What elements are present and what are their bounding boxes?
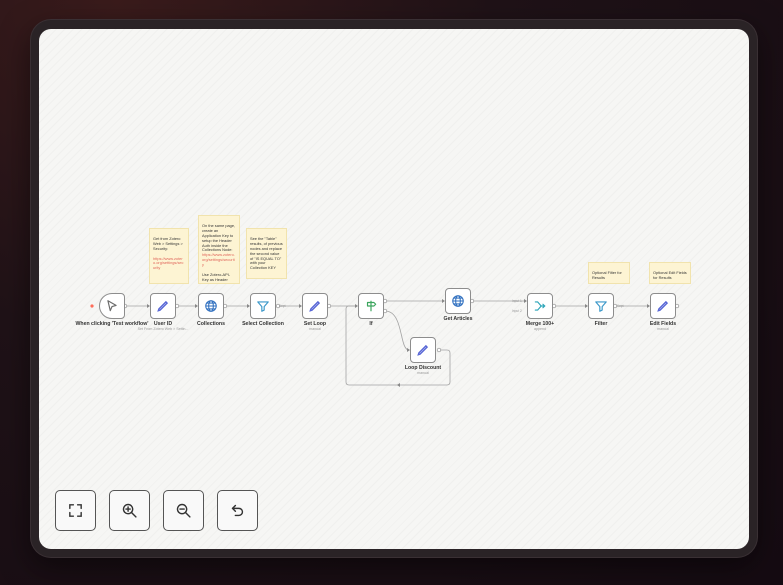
globe-icon bbox=[205, 300, 217, 312]
undo-icon bbox=[231, 504, 244, 517]
globe-icon bbox=[452, 295, 464, 307]
node-manual-trigger[interactable] bbox=[99, 293, 125, 319]
undo-button[interactable] bbox=[217, 490, 258, 531]
sticky-link[interactable]: https://www.zotero.org/settings/security bbox=[153, 256, 184, 271]
workflow-canvas[interactable]: Kept Kept Get from Zotero Web > Settings… bbox=[39, 29, 749, 549]
node-user-id[interactable] bbox=[150, 293, 176, 319]
pencil-icon bbox=[417, 344, 429, 356]
node-if[interactable] bbox=[358, 293, 384, 319]
sticky-note-zotero[interactable]: Get from Zotero Web > Settings > Securit… bbox=[149, 228, 189, 284]
node-filter[interactable] bbox=[588, 293, 614, 319]
node-loop-discount[interactable] bbox=[410, 337, 436, 363]
sticky-text: See the "Table" results, of previous nod… bbox=[250, 235, 283, 271]
signpost-icon bbox=[366, 300, 377, 312]
node-select-collection[interactable] bbox=[250, 293, 276, 319]
pencil-icon bbox=[657, 300, 669, 312]
sticky-note-table[interactable]: See the "Table" results, of previous nod… bbox=[246, 228, 287, 279]
node-merge[interactable] bbox=[527, 293, 553, 319]
node-subtitle: manual bbox=[417, 371, 429, 375]
node-subtitle: manual bbox=[657, 327, 669, 331]
node-label: If bbox=[369, 321, 373, 327]
start-dot bbox=[90, 304, 94, 308]
sticky-text: Optional Filter for Results bbox=[592, 269, 622, 280]
node-label: Get Articles bbox=[443, 316, 473, 322]
node-set-loop[interactable] bbox=[302, 293, 328, 319]
merge-input-label: Input 1 bbox=[512, 299, 522, 303]
sticky-link[interactable]: https://www.zotero.org/settings/security bbox=[202, 252, 235, 267]
zoom-in-button[interactable] bbox=[109, 490, 150, 531]
mouse-pointer-icon bbox=[107, 300, 117, 312]
zoom-out-icon bbox=[176, 503, 191, 518]
kept-edge-label: Kept bbox=[279, 304, 286, 308]
node-subtitle: manual bbox=[309, 327, 321, 331]
sticky-text: Get from Zotero Web > Settings > Securit… bbox=[153, 235, 183, 251]
sticky-note-edit[interactable]: Optional Edit Fields for Results bbox=[649, 262, 691, 284]
node-get-articles[interactable] bbox=[445, 288, 471, 314]
merge-icon bbox=[534, 301, 546, 311]
sticky-note-filter[interactable]: Optional Filter for Results bbox=[588, 262, 630, 284]
node-subtitle: Set From Zotero Web > Settin... bbox=[137, 327, 189, 331]
sticky-text: Optional Edit Fields for Results bbox=[653, 269, 687, 280]
sticky-note-api-key[interactable]: On the same page, create an Application … bbox=[198, 215, 240, 284]
node-subtitle: append bbox=[534, 327, 546, 331]
zoom-out-button[interactable] bbox=[163, 490, 204, 531]
fit-view-button[interactable] bbox=[55, 490, 96, 531]
fit-view-icon bbox=[69, 504, 82, 517]
kept-edge-label: Kept bbox=[617, 304, 624, 308]
pencil-icon bbox=[309, 300, 321, 312]
sticky-text: Use Zotero-API-Key as Header bbox=[202, 271, 231, 282]
edge-if-loopdiscount bbox=[384, 310, 410, 351]
pencil-icon bbox=[157, 300, 169, 312]
filter-icon bbox=[595, 301, 607, 312]
node-collections[interactable] bbox=[198, 293, 224, 319]
zoom-in-icon bbox=[122, 503, 137, 518]
merge-input-label: Input 2 bbox=[512, 309, 522, 313]
sticky-text: On the same page, create an Application … bbox=[202, 222, 236, 253]
node-edit-fields[interactable] bbox=[650, 293, 676, 319]
connections-layer bbox=[90, 298, 680, 387]
filter-icon bbox=[257, 301, 269, 312]
